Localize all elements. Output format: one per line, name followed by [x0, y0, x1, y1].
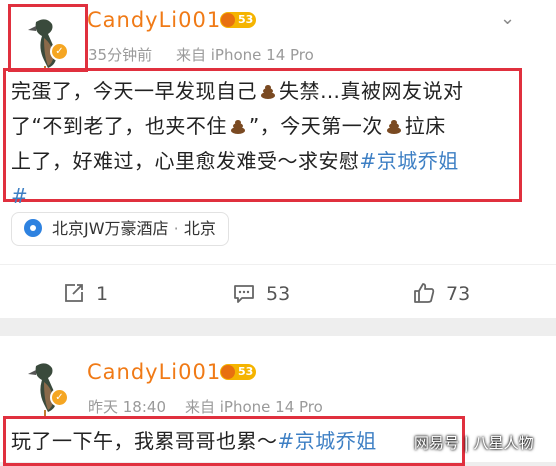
like-button[interactable]: 73 [412, 281, 482, 307]
repost-button[interactable]: 1 [62, 281, 122, 307]
post-line: 了“不到老了，也夹不住 ”，今天第一次 拉床 [11, 109, 521, 144]
post-line: # [11, 179, 521, 214]
location-pin-icon [24, 219, 42, 237]
post-line: 完蛋了，今天一早发现自己 失禁…真被网友说对 [11, 74, 521, 109]
poop-emoji-icon [385, 119, 403, 134]
post-text-segment: 上了，好难过，心里愈发难受～求安慰 [11, 149, 360, 173]
post-text-segment: 失禁…真被网友说对 [279, 79, 464, 103]
post-text-segment: 玩了一下午，我累哥哥也累～ [11, 429, 278, 453]
poop-emoji-icon [259, 84, 277, 99]
post-line: 上了，好难过，心里愈发难受～求安慰#京城乔姐 [11, 144, 521, 179]
level-icon [221, 365, 235, 379]
duck-avatar-image [28, 363, 57, 416]
topic-link[interactable]: #京城乔姐 [360, 149, 459, 173]
topic-link[interactable]: # [11, 184, 28, 208]
topic-link[interactable]: #京城乔姐 [278, 429, 377, 453]
repost-count: 1 [96, 283, 109, 305]
post-text-segment: ”，今天第一次 [248, 114, 383, 138]
thumbs-up-icon [414, 283, 435, 303]
post-text-segment: 了“不到老了，也夹不住 [11, 114, 227, 138]
location-city: 北京 [183, 219, 216, 238]
username[interactable]: CandyLi001 [87, 360, 221, 384]
comment-icon [234, 285, 254, 303]
verified-badge-icon: ✓ [50, 388, 69, 407]
post-text-segment: 拉床 [404, 114, 446, 138]
post-text: 完蛋了，今天一早发现自己 失禁…真被网友说对 了“不到老了，也夹不住 ”，今天第一次… [11, 74, 521, 214]
divider [0, 264, 556, 265]
location-tag[interactable]: 北京JW万豪酒店 · 北京 [11, 212, 229, 246]
post-time: 35分钟前 [88, 46, 153, 64]
post-card: ✓ CandyLi001 53 ⌄ 35分钟前 来自 iPhone 14 Pro… [0, 0, 556, 318]
level-number: 53 [238, 13, 254, 26]
post-time: 昨天 18:40 [88, 398, 166, 416]
username[interactable]: CandyLi001 [87, 8, 221, 32]
location-separator: · [168, 219, 184, 238]
watermark: 网易号 | 八星人物 [414, 434, 534, 452]
like-count: 73 [446, 283, 471, 305]
chevron-down-icon[interactable]: ⌄ [500, 8, 515, 29]
highlight-box [8, 4, 88, 72]
level-icon [221, 13, 235, 27]
location-name: 北京JW万豪酒店 [52, 219, 169, 238]
user-level-badge[interactable]: 53 [220, 12, 257, 28]
level-number: 53 [238, 365, 254, 378]
post-source: 来自 iPhone 14 Pro [176, 46, 314, 64]
post-text: 玩了一下午，我累哥哥也累～#京城乔姐 [11, 424, 461, 459]
post-source: 来自 iPhone 14 Pro [185, 398, 323, 416]
repost-icon [65, 284, 83, 302]
post-text-segment: 完蛋了，今天一早发现自己 [11, 79, 257, 103]
comment-button[interactable]: 53 [232, 281, 302, 307]
comment-count: 53 [266, 283, 291, 305]
poop-emoji-icon [229, 119, 247, 134]
avatar[interactable] [14, 356, 76, 418]
user-level-badge[interactable]: 53 [220, 364, 257, 380]
